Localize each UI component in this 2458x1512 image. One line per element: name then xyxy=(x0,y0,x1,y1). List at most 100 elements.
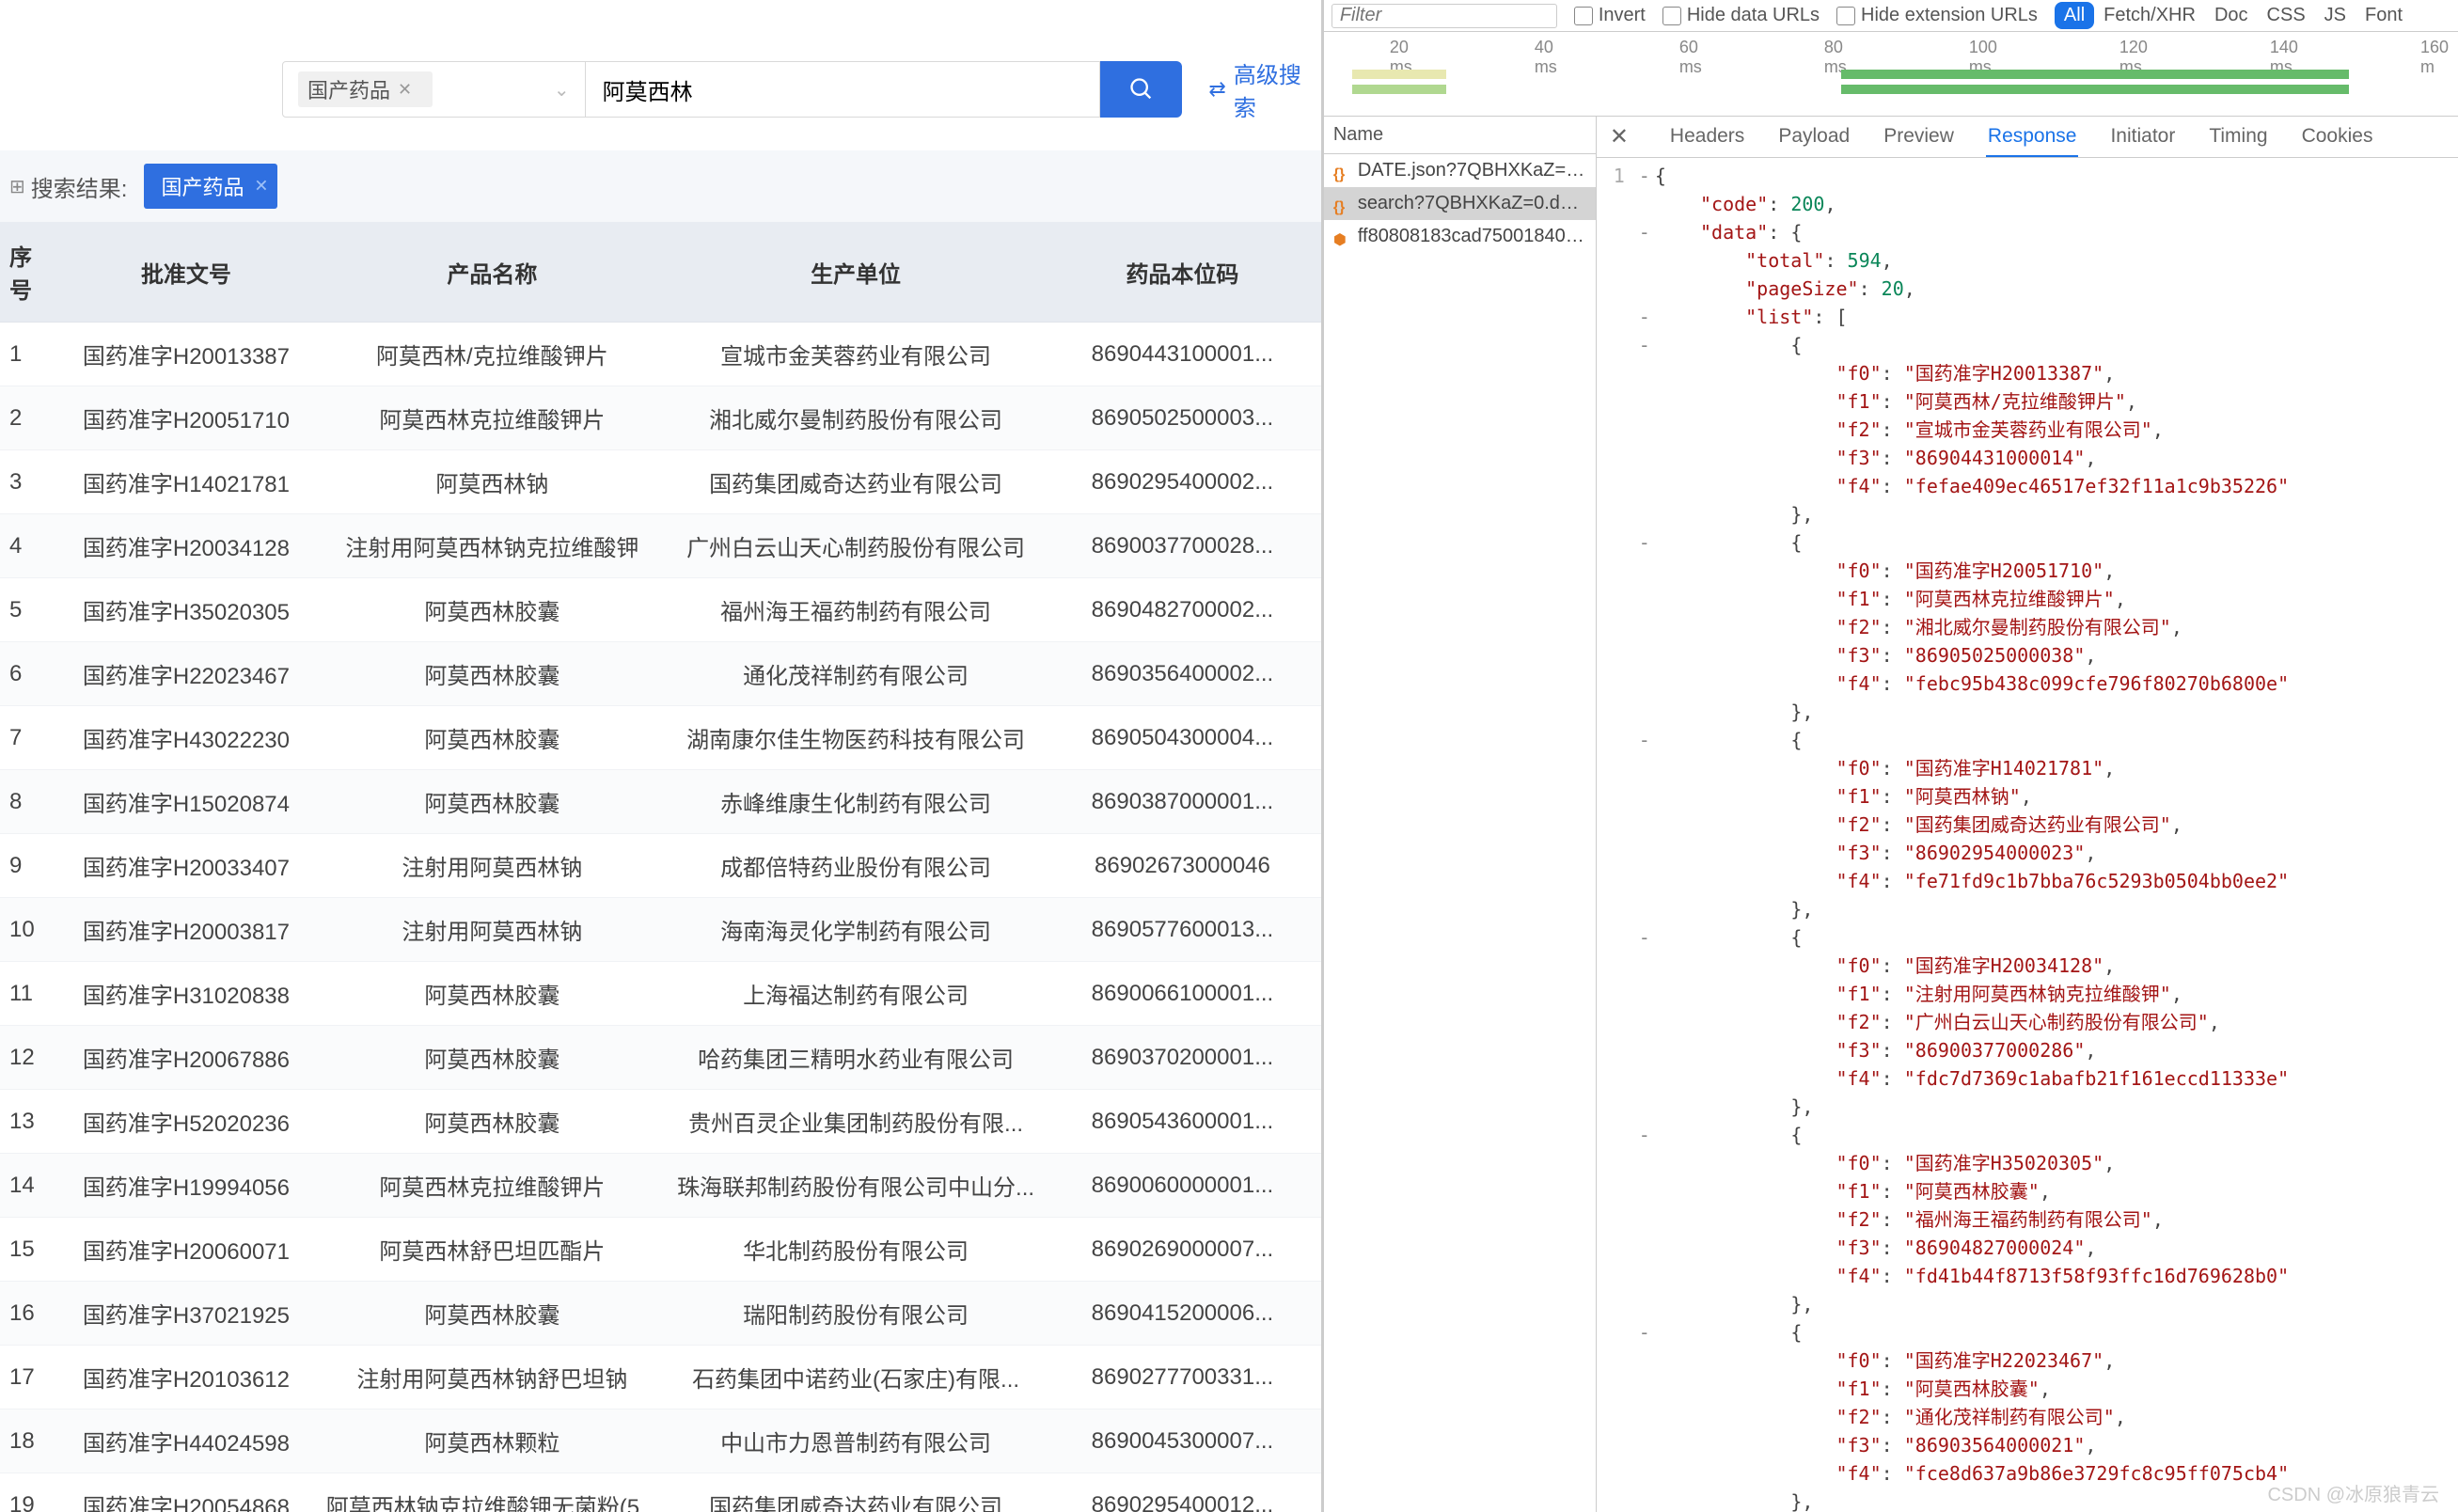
fold-toggle xyxy=(1634,1290,1655,1318)
table-row[interactable]: 7 国药准字H43022230 阿莫西林胶囊 湖南康尔佳生物医药科技有限公司 8… xyxy=(0,706,1321,770)
fold-toggle[interactable]: - xyxy=(1634,331,1655,359)
network-timeline[interactable]: 20 ms40 ms60 ms80 ms100 ms120 ms140 ms16… xyxy=(1324,32,2458,117)
table-row[interactable]: 19 国药准字H20054868 阿莫西林钠克拉维酸钾无菌粉(5... 国药集团… xyxy=(0,1473,1321,1512)
category-select[interactable]: 国产药品 ✕ ⌄ xyxy=(282,61,586,118)
fold-toggle xyxy=(1634,1177,1655,1205)
close-icon[interactable]: ✕ xyxy=(254,177,268,197)
request-name: search?7QBHXKaZ=0.dSkjqlqE... xyxy=(1358,193,1586,214)
table-row[interactable]: 8 国药准字H15020874 阿莫西林胶囊 赤峰维康生化制药有限公司 8690… xyxy=(0,770,1321,834)
fold-toggle xyxy=(1634,1149,1655,1177)
fold-toggle xyxy=(1634,246,1655,275)
cell-code: 8690443100001... xyxy=(1044,323,1321,386)
cell-code: 8690502500003... xyxy=(1044,386,1321,450)
table-row[interactable]: 9 国药准字H20033407 注射用阿莫西林钠 成都倍特药业股份有限公司 86… xyxy=(0,834,1321,898)
fold-toggle[interactable]: - xyxy=(1634,218,1655,246)
cell-approval: 国药准字H20051710 xyxy=(55,386,317,450)
fold-toggle[interactable]: - xyxy=(1634,1318,1655,1347)
hide-ext-urls-checkbox[interactable]: Hide extension URLs xyxy=(1836,5,2038,26)
cell-idx: 9 xyxy=(0,834,55,898)
fold-toggle[interactable]: - xyxy=(1634,528,1655,557)
table-row[interactable]: 14 国药准字H19994056 阿莫西林克拉维酸钾片 珠海联邦制药股份有限公司… xyxy=(0,1154,1321,1218)
col-header-name: 产品名称 xyxy=(317,222,668,323)
table-row[interactable]: 11 国药准字H31020838 阿莫西林胶囊 上海福达制药有限公司 86900… xyxy=(0,962,1321,1026)
response-tab-response[interactable]: Response xyxy=(1986,118,2079,157)
fold-toggle xyxy=(1634,275,1655,303)
fold-toggle[interactable]: - xyxy=(1634,303,1655,331)
json-line: "f1": "阿莫西林胶囊", xyxy=(1655,1177,2458,1205)
json-line: "f2": "国药集团威奇达药业有限公司", xyxy=(1655,811,2458,839)
cell-name: 注射用阿莫西林钠舒巴坦钠 xyxy=(317,1346,668,1410)
json-response-viewer[interactable]: 1 ------------ { "code": 200, "data": { … xyxy=(1597,158,2458,1512)
type-filter-css[interactable]: CSS xyxy=(2258,2,2315,29)
table-row[interactable]: 3 国药准字H14021781 阿莫西林钠 国药集团威奇达药业有限公司 8690… xyxy=(0,450,1321,514)
cell-idx: 10 xyxy=(0,898,55,962)
type-filter-font[interactable]: Font xyxy=(2356,2,2412,29)
fold-toggle xyxy=(1634,1064,1655,1093)
fold-toggle[interactable]: - xyxy=(1634,726,1655,754)
cell-code: 8690269000007... xyxy=(1044,1218,1321,1282)
response-tab-preview[interactable]: Preview xyxy=(1882,118,1956,157)
advanced-search-link[interactable]: ⇄ 高级搜索 xyxy=(1208,56,1320,122)
request-name: ff80808183cad75001840881f8... xyxy=(1358,226,1586,247)
fold-toggle[interactable]: - xyxy=(1634,923,1655,952)
fold-toggle[interactable]: - xyxy=(1634,1121,1655,1149)
timeline-bar xyxy=(1352,85,1446,94)
hide-data-urls-checkbox[interactable]: Hide data URLs xyxy=(1662,5,1820,26)
request-item[interactable]: search?7QBHXKaZ=0.dSkjqlqE... xyxy=(1324,187,1596,220)
table-row[interactable]: 17 国药准字H20103612 注射用阿莫西林钠舒巴坦钠 石药集团中诺药业(石… xyxy=(0,1346,1321,1410)
table-row[interactable]: 2 国药准字H20051710 阿莫西林克拉维酸钾片 湘北威尔曼制药股份有限公司… xyxy=(0,386,1321,450)
cell-mfr: 贵州百灵企业集团制药股份有限... xyxy=(668,1090,1044,1154)
response-tab-headers[interactable]: Headers xyxy=(1668,118,1746,157)
close-icon[interactable]: ✕ xyxy=(398,80,412,100)
response-tab-initiator[interactable]: Initiator xyxy=(2108,118,2177,157)
cell-mfr: 中山市力恩普制药有限公司 xyxy=(668,1410,1044,1473)
fold-toggle xyxy=(1634,1375,1655,1403)
cell-code: 8690295400002... xyxy=(1044,450,1321,514)
devtools-filter-input[interactable] xyxy=(1331,4,1557,28)
active-filter-tag[interactable]: 国产药品 ✕ xyxy=(144,164,277,209)
cell-idx: 16 xyxy=(0,1282,55,1346)
response-tab-payload[interactable]: Payload xyxy=(1776,118,1851,157)
col-header-code: 药品本位码 xyxy=(1044,222,1321,323)
table-row[interactable]: 18 国药准字H44024598 阿莫西林颗粒 中山市力恩普制药有限公司 869… xyxy=(0,1410,1321,1473)
fold-toggle xyxy=(1634,1036,1655,1064)
fold-toggle xyxy=(1634,1403,1655,1431)
type-filter-fetchxhr[interactable]: Fetch/XHR xyxy=(2094,2,2205,29)
json-line: "f2": "广州白云山天心制药股份有限公司", xyxy=(1655,1008,2458,1036)
search-input[interactable] xyxy=(586,61,1100,118)
search-button[interactable] xyxy=(1100,61,1183,118)
type-filter-doc[interactable]: Doc xyxy=(2205,2,2258,29)
fold-toggle xyxy=(1634,472,1655,500)
close-icon[interactable]: ✕ xyxy=(1610,123,1629,150)
table-row[interactable]: 12 国药准字H20067886 阿莫西林胶囊 哈药集团三精明水药业有限公司 8… xyxy=(0,1026,1321,1090)
type-filter-js[interactable]: JS xyxy=(2315,2,2356,29)
cell-name: 阿莫西林/克拉维酸钾片 xyxy=(317,323,668,386)
table-row[interactable]: 6 国药准字H22023467 阿莫西林胶囊 通化茂祥制药有限公司 869035… xyxy=(0,642,1321,706)
table-row[interactable]: 10 国药准字H20003817 注射用阿莫西林钠 海南海灵化学制药有限公司 8… xyxy=(0,898,1321,962)
response-tab-cookies[interactable]: Cookies xyxy=(2300,118,2375,157)
fold-toggle xyxy=(1634,867,1655,895)
request-item[interactable]: ff80808183cad75001840881f8... xyxy=(1324,220,1596,253)
fold-toggle[interactable]: - xyxy=(1634,162,1655,190)
cell-code: 8690387000001... xyxy=(1044,770,1321,834)
cell-code: 8690415200006... xyxy=(1044,1282,1321,1346)
invert-checkbox[interactable]: Invert xyxy=(1574,5,1646,26)
table-row[interactable]: 13 国药准字H52020236 阿莫西林胶囊 贵州百灵企业集团制药股份有限..… xyxy=(0,1090,1321,1154)
search-icon xyxy=(1128,76,1155,102)
json-line: "f2": "宣城市金芙蓉药业有限公司", xyxy=(1655,416,2458,444)
table-row[interactable]: 15 国药准字H20060071 阿莫西林舒巴坦匹酯片 华北制药股份有限公司 8… xyxy=(0,1218,1321,1282)
table-row[interactable]: 1 国药准字H20013387 阿莫西林/克拉维酸钾片 宣城市金芙蓉药业有限公司… xyxy=(0,323,1321,386)
table-row[interactable]: 16 国药准字H37021925 阿莫西林胶囊 瑞阳制药股份有限公司 86904… xyxy=(0,1282,1321,1346)
table-row[interactable]: 4 国药准字H20034128 注射用阿莫西林钠克拉维酸钾 广州白云山天心制药股… xyxy=(0,514,1321,578)
type-filter-all[interactable]: All xyxy=(2055,2,2094,29)
cell-idx: 3 xyxy=(0,450,55,514)
result-label: ⊞ 搜索结果: xyxy=(9,170,127,203)
request-item[interactable]: DATE.json?7QBHXKaZ=0zTFtF... xyxy=(1324,154,1596,187)
json-line: { xyxy=(1655,923,2458,952)
table-row[interactable]: 5 国药准字H35020305 阿莫西林胶囊 福州海王福药制药有限公司 8690… xyxy=(0,578,1321,642)
category-tag[interactable]: 国产药品 ✕ xyxy=(298,71,433,107)
col-header-mfr: 生产单位 xyxy=(668,222,1044,323)
json-line: }, xyxy=(1655,698,2458,726)
col-header-approval: 批准文号 xyxy=(55,222,317,323)
response-tab-timing[interactable]: Timing xyxy=(2207,118,2269,157)
